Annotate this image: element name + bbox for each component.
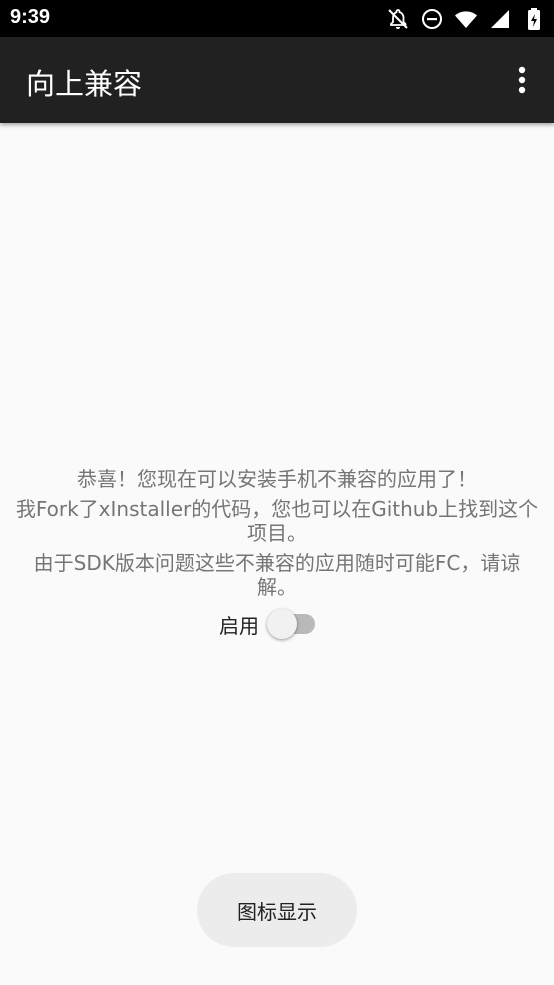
- status-time: 9:39: [10, 6, 51, 28]
- wifi-icon: [454, 7, 478, 31]
- congrats-message: 恭喜！您现在可以安装手机不兼容的应用了！: [77, 467, 477, 491]
- more-vert-icon[interactable]: [502, 60, 542, 100]
- battery-icon: [522, 7, 546, 31]
- fork-message-line-2: 项目。: [247, 521, 307, 545]
- switch-thumb: [267, 609, 297, 639]
- icon-display-button[interactable]: 图标显示: [197, 873, 357, 947]
- app-title: 向上兼容: [26, 67, 143, 101]
- app-bar: 向上兼容: [0, 37, 554, 123]
- do-not-disturb-icon: [420, 7, 444, 31]
- cellular-signal-icon: [488, 7, 512, 31]
- status-icons: [386, 6, 546, 32]
- fork-message-line-1: 我Fork了xInstaller的代码，您也可以在Github上找到这个: [15, 497, 539, 521]
- status-bar: 9:39: [0, 0, 554, 37]
- enable-toggle-row: 启用: [219, 606, 319, 642]
- warning-message-line-2: 解。: [257, 575, 297, 599]
- notifications-off-icon: [386, 7, 410, 31]
- enable-toggle-label: 启用: [219, 613, 259, 638]
- warning-message-line-1: 由于SDK版本问题这些不兼容的应用随时可能FC，请谅: [33, 551, 521, 575]
- enable-switch[interactable]: [267, 606, 319, 642]
